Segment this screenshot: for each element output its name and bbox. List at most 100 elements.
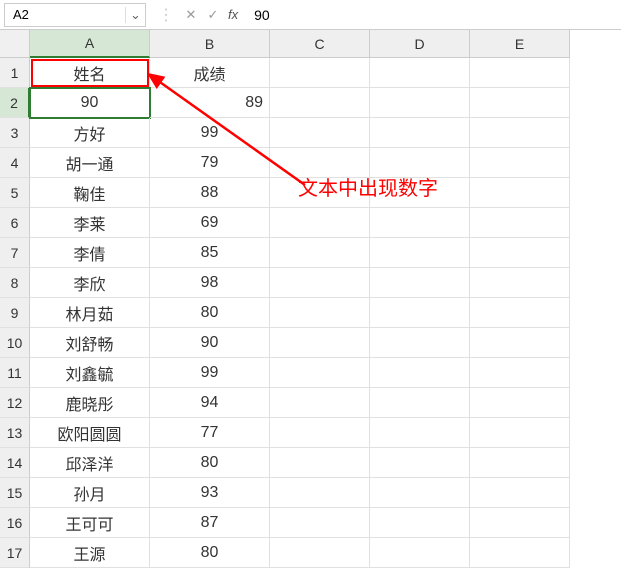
cell[interactable]: 89 [150,88,270,118]
cell[interactable]: 77 [150,418,270,448]
cell[interactable] [370,178,470,208]
cell[interactable] [270,178,370,208]
cell[interactable] [270,328,370,358]
confirm-icon[interactable]: ✓ [202,7,224,23]
fx-icon[interactable]: fx [228,7,238,22]
cell[interactable]: 90 [150,328,270,358]
chevron-down-icon[interactable]: ⌄ [125,7,145,23]
cell[interactable]: 刘舒畅 [30,328,150,358]
row-header[interactable]: 14 [0,448,30,478]
cell[interactable]: 李莱 [30,208,150,238]
cell[interactable] [470,118,570,148]
cell[interactable] [470,388,570,418]
cell[interactable] [270,118,370,148]
cell[interactable] [370,148,470,178]
cell[interactable]: 80 [150,448,270,478]
cell[interactable]: 90 [30,88,150,118]
column-header-C[interactable]: C [270,30,370,58]
cell[interactable]: 王可可 [30,508,150,538]
cell[interactable] [270,358,370,388]
row-header[interactable]: 4 [0,148,30,178]
row-header[interactable]: 2 [0,88,30,118]
row-header[interactable]: 7 [0,238,30,268]
row-header[interactable]: 1 [0,58,30,88]
cell[interactable] [470,268,570,298]
row-header[interactable]: 9 [0,298,30,328]
cell[interactable]: 欧阳圆圆 [30,418,150,448]
cell[interactable] [270,238,370,268]
cell[interactable]: 94 [150,388,270,418]
cell[interactable]: 99 [150,358,270,388]
cell[interactable] [270,388,370,418]
cell[interactable] [470,88,570,118]
cell[interactable]: 93 [150,478,270,508]
cell[interactable]: 姓名 [30,58,150,88]
column-header-B[interactable]: B [150,30,270,58]
cell[interactable] [470,178,570,208]
row-header[interactable]: 5 [0,178,30,208]
row-header[interactable]: 15 [0,478,30,508]
cell[interactable]: 孙月 [30,478,150,508]
cell[interactable] [470,328,570,358]
cell[interactable] [270,268,370,298]
cell[interactable] [270,148,370,178]
cell[interactable] [270,538,370,568]
cell[interactable] [370,118,470,148]
column-header-E[interactable]: E [470,30,570,58]
cell[interactable] [370,208,470,238]
cell[interactable]: 成绩 [150,58,270,88]
cell[interactable] [370,508,470,538]
cell[interactable] [370,238,470,268]
cell[interactable]: 李倩 [30,238,150,268]
cell[interactable]: 林月茹 [30,298,150,328]
cell[interactable] [470,358,570,388]
row-header[interactable]: 10 [0,328,30,358]
cell[interactable] [370,358,470,388]
column-header-A[interactable]: A [30,30,150,58]
row-header[interactable]: 11 [0,358,30,388]
cell[interactable] [270,448,370,478]
cell[interactable]: 99 [150,118,270,148]
cell[interactable] [470,448,570,478]
select-all-corner[interactable] [0,30,30,58]
cell[interactable]: 李欣 [30,268,150,298]
cell[interactable] [470,418,570,448]
cell[interactable] [370,268,470,298]
cell[interactable] [370,538,470,568]
cell[interactable] [370,298,470,328]
cell[interactable] [370,418,470,448]
cell[interactable]: 鞠佳 [30,178,150,208]
cell[interactable] [270,478,370,508]
column-header-D[interactable]: D [370,30,470,58]
cell[interactable]: 79 [150,148,270,178]
cell[interactable] [470,478,570,508]
cell[interactable] [270,508,370,538]
cell[interactable] [470,208,570,238]
cell[interactable]: 鹿晓彤 [30,388,150,418]
cell[interactable]: 刘鑫毓 [30,358,150,388]
cell[interactable] [370,388,470,418]
cell[interactable] [470,298,570,328]
cell[interactable]: 69 [150,208,270,238]
row-header[interactable]: 16 [0,508,30,538]
cell[interactable]: 85 [150,238,270,268]
cell[interactable] [370,478,470,508]
cell[interactable]: 87 [150,508,270,538]
name-box[interactable]: A2 ⌄ [4,3,146,27]
cell[interactable] [470,238,570,268]
cell[interactable] [470,538,570,568]
cell[interactable]: 邱泽洋 [30,448,150,478]
cell[interactable] [370,88,470,118]
cell[interactable]: 88 [150,178,270,208]
cell[interactable]: 王源 [30,538,150,568]
cell[interactable] [470,148,570,178]
formula-input[interactable]: 90 [248,7,617,23]
cell[interactable] [270,418,370,448]
cancel-icon[interactable]: ✕ [180,7,202,23]
cell[interactable] [370,328,470,358]
grid[interactable]: 姓名成绩9089方好99胡一通79鞠佳88李莱69李倩85李欣98林月茹80刘舒… [30,58,621,568]
cell[interactable] [270,208,370,238]
row-header[interactable]: 6 [0,208,30,238]
row-header[interactable]: 8 [0,268,30,298]
cell[interactable]: 98 [150,268,270,298]
